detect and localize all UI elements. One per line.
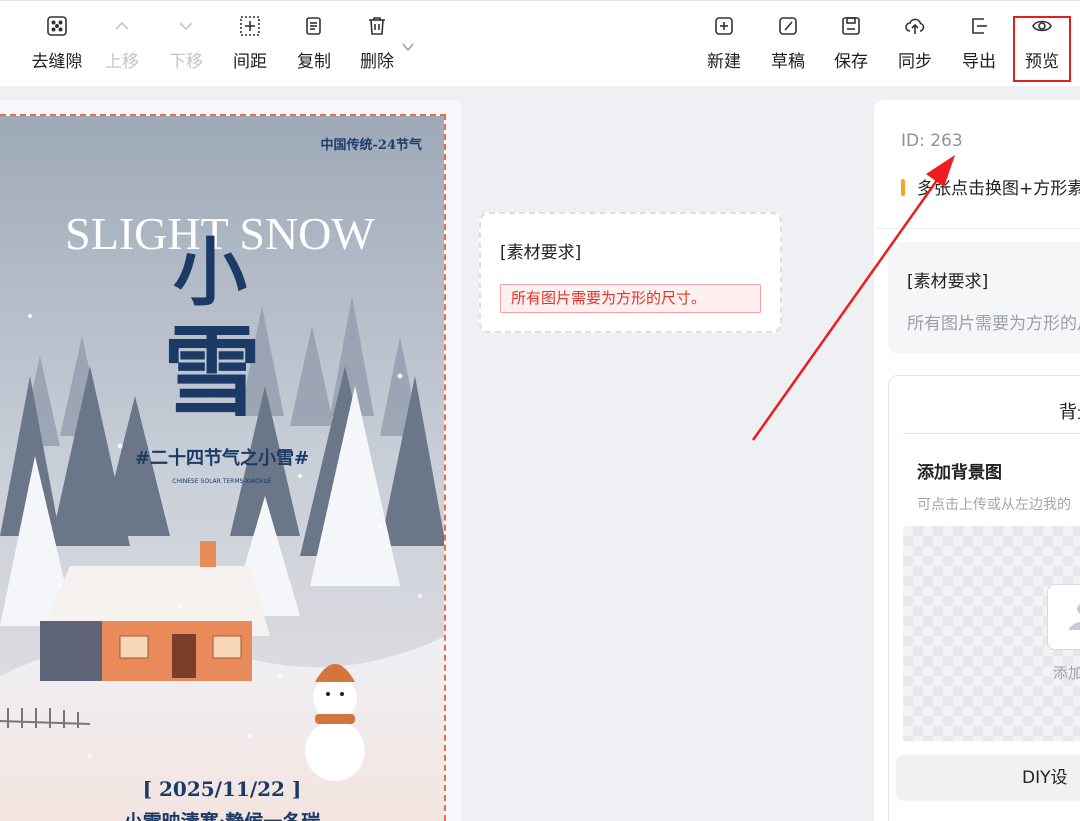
panel-material-title: [素材要求] xyxy=(907,272,989,292)
poster-date: [ 2025/11/22 ] xyxy=(143,777,302,801)
material-card-warning: 所有图片需要为方形的尺寸。 xyxy=(500,284,761,313)
draft-button[interactable]: 草稿 xyxy=(756,15,820,81)
draft-icon xyxy=(779,17,797,35)
remove-gaps-button[interactable]: 去缝隙 xyxy=(25,15,89,81)
preview-highlight-box xyxy=(1013,16,1071,82)
add-background-title: 添加背景图 xyxy=(917,463,1002,483)
copy-icon xyxy=(306,17,321,35)
poster-canvas[interactable]: 中国传统-24节气 SLIGHT SNOW 小 雪 #二十四节气之小雪# CHI… xyxy=(0,114,446,821)
move-up-button[interactable]: 上移 xyxy=(90,15,154,81)
draft-label: 草稿 xyxy=(771,52,805,72)
trash-icon xyxy=(369,17,385,35)
right-settings-panel: ID: 263 多张点击换图+方形素材 [素材要求] 所有图片需要为方形的尺寸 … xyxy=(874,100,1080,821)
sync-button[interactable]: 同步 xyxy=(883,15,947,81)
poster-verse: 小雪映清寒·静候一冬瑞 xyxy=(124,810,321,821)
top-toolbar: 去缝隙 上移 下移 间距 复制 删除 新建 草稿 保存 同步 导出 预览 xyxy=(0,0,1080,86)
panel-material-box: [素材要求] 所有图片需要为方形的尺寸 xyxy=(888,242,1080,354)
background-section-title: 背景 xyxy=(1059,402,1080,423)
chevron-up-icon xyxy=(115,21,129,30)
poster-tagline-en: CHINESE SOLAR TERMS-XIAOXUE xyxy=(172,478,272,485)
spacing-label: 间距 xyxy=(233,52,267,72)
poster-top-text: 中国传统-24节气 xyxy=(321,137,423,153)
export-icon xyxy=(972,18,987,34)
background-upload-area[interactable]: 添加 xyxy=(903,526,1080,741)
panel-material-sub: 所有图片需要为方形的尺寸 xyxy=(907,314,1080,334)
background-section: 背景 添加背景图 可点击上传或从左边我的 添加 DIY设 xyxy=(888,375,1080,821)
plus-square-icon xyxy=(715,17,733,35)
poster-char-2: 雪 xyxy=(163,315,261,430)
delete-label: 删除 xyxy=(360,52,394,72)
copy-label: 复制 xyxy=(297,52,331,72)
save-label: 保存 xyxy=(834,52,868,72)
cloud-sync-icon xyxy=(905,18,925,34)
diy-button[interactable]: DIY设 xyxy=(896,755,1080,801)
template-tip-text: 多张点击换图+方形素材 xyxy=(917,179,1080,199)
save-icon xyxy=(842,17,860,35)
poster-artwork: 中国传统-24节气 SLIGHT SNOW 小 雪 #二十四节气之小雪# CHI… xyxy=(0,116,444,821)
image-icon xyxy=(1068,604,1080,630)
upload-label: 添加 xyxy=(1053,664,1080,682)
material-card-title: [素材要求] xyxy=(500,243,582,263)
move-down-label: 下移 xyxy=(169,52,203,72)
tip-accent-bar xyxy=(901,179,905,196)
add-background-hint: 可点击上传或从左边我的 xyxy=(917,497,1071,513)
divider xyxy=(903,433,1080,434)
save-button[interactable]: 保存 xyxy=(819,15,883,81)
move-down-button[interactable]: 下移 xyxy=(154,15,218,81)
export-label: 导出 xyxy=(962,52,996,72)
export-button[interactable]: 导出 xyxy=(947,15,1011,81)
template-tip: 多张点击换图+方形素材 xyxy=(901,174,1080,199)
upload-image-tile[interactable] xyxy=(1047,584,1080,650)
divider xyxy=(874,228,1080,229)
new-label: 新建 xyxy=(707,52,741,72)
move-up-label: 上移 xyxy=(105,52,139,72)
dice-icon xyxy=(47,16,67,36)
sync-label: 同步 xyxy=(898,52,932,72)
material-requirement-card[interactable]: [素材要求] 所有图片需要为方形的尺寸。 xyxy=(479,212,782,333)
poster-tagline: #二十四节气之小雪# xyxy=(135,447,309,469)
more-chevron-icon[interactable] xyxy=(400,39,416,55)
spacing-button[interactable]: 间距 xyxy=(218,15,282,81)
poster-char-1: 小 xyxy=(173,230,247,316)
copy-button[interactable]: 复制 xyxy=(282,15,346,81)
new-button[interactable]: 新建 xyxy=(692,15,756,81)
spacing-icon xyxy=(240,16,260,36)
remove-gaps-label: 去缝隙 xyxy=(31,52,83,72)
template-id: ID: 263 xyxy=(901,131,963,151)
chevron-down-icon xyxy=(179,22,193,31)
